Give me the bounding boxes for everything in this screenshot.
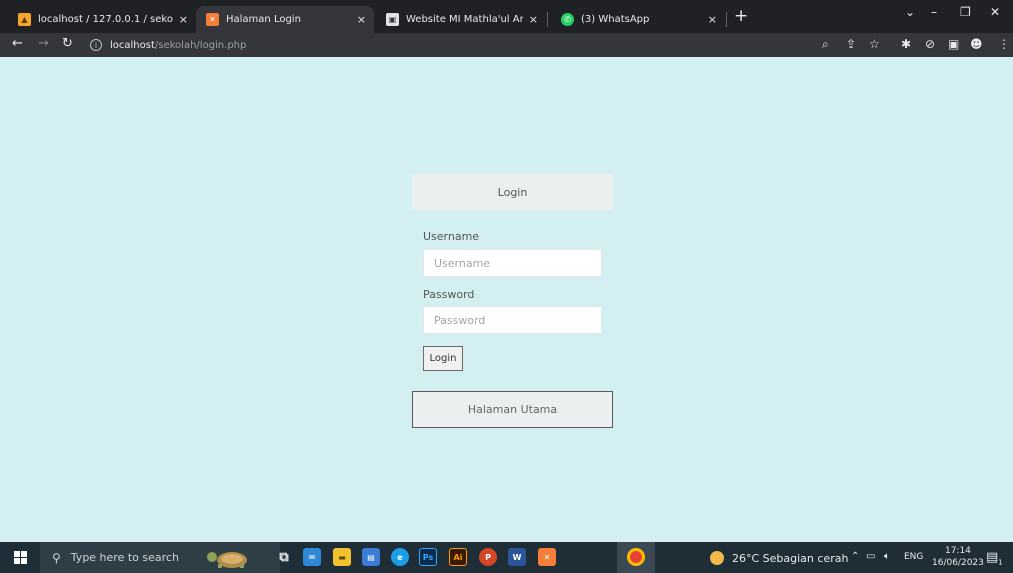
word-icon[interactable]: W	[508, 548, 526, 566]
minimize-icon[interactable]: –	[931, 5, 937, 19]
illustrator-icon[interactable]: Ai	[449, 548, 467, 566]
new-tab-button[interactable]: +	[734, 6, 748, 26]
close-icon[interactable]: ×	[708, 13, 717, 26]
url-path: /sekolah/login.php	[154, 39, 247, 51]
notification-count: 1	[998, 558, 1003, 567]
sidepanel-icon[interactable]: ▣	[948, 37, 959, 51]
zoom-icon[interactable]: ⌕	[822, 37, 829, 52]
edge-icon[interactable]: e	[391, 548, 409, 566]
chrome-icon[interactable]	[627, 548, 645, 566]
taskbar-clock[interactable]: 17:14 16/06/2023	[932, 545, 984, 569]
store-icon[interactable]: ▤	[362, 548, 380, 566]
close-window-icon[interactable]: ✕	[990, 5, 1000, 19]
close-icon[interactable]: ×	[357, 13, 366, 26]
weather-sun-icon	[710, 551, 724, 565]
extensions-icon[interactable]: ✱	[901, 37, 911, 51]
reload-icon[interactable]: ↻	[62, 36, 73, 51]
volume-icon[interactable]: 🔈︎	[884, 551, 890, 562]
url-host: localhost	[110, 39, 155, 51]
login-button[interactable]: Login	[423, 346, 463, 371]
search-placeholder: Type here to search	[70, 551, 179, 564]
notification-center-icon[interactable]: ▤1	[986, 550, 1003, 567]
clock-time: 17:14	[944, 546, 971, 556]
weather-text: 26°C Sebagian cerah	[732, 551, 849, 565]
tray-chevron-icon[interactable]: ⌃	[851, 551, 859, 562]
profile-avatar-icon[interactable]: ☻	[970, 37, 983, 51]
clock-date: 16/06/2023	[932, 558, 984, 568]
login-header: Login	[412, 174, 613, 210]
tab-title: Halaman Login	[226, 14, 301, 25]
site-info-icon[interactable]: i	[90, 39, 102, 51]
tab-whatsapp[interactable]: ✆ (3) WhatsApp ×	[551, 6, 725, 33]
forward-icon[interactable]: →	[38, 36, 49, 51]
extension-icon[interactable]: ⊘	[925, 37, 935, 51]
close-icon[interactable]: ×	[179, 13, 188, 26]
windows-start-icon[interactable]	[14, 551, 27, 564]
weather-widget[interactable]: 26°C Sebagian cerah	[710, 551, 848, 565]
file-explorer-icon[interactable]: ▬	[333, 548, 351, 566]
phpmyadmin-icon: ▲	[18, 13, 31, 26]
password-input[interactable]	[423, 306, 602, 334]
menu-dots-icon[interactable]: ⋮	[998, 37, 1010, 51]
browser-tab-strip: ▲ localhost / 127.0.0.1 / sekolah | p × …	[0, 0, 1013, 33]
language-indicator[interactable]: ENG	[904, 552, 923, 562]
browser-toolbar: ← → ↻ i localhost/sekolah/login.php ⌕ ⇪ …	[0, 33, 1013, 57]
login-page: Login Username Password Login Halaman Ut…	[0, 57, 1013, 542]
back-icon[interactable]: ←	[12, 36, 23, 51]
tab-title: (3) WhatsApp	[581, 14, 650, 25]
halaman-utama-button[interactable]: Halaman Utama	[412, 391, 613, 428]
address-bar[interactable]: i localhost/sekolah/login.php	[90, 35, 810, 55]
tab-separator	[547, 12, 548, 27]
site-icon: ▣	[386, 13, 399, 26]
share-icon[interactable]: ⇪	[846, 37, 856, 51]
turtle-search-highlight-icon[interactable]	[198, 547, 258, 569]
tab-halaman-login[interactable]: ✕ Halaman Login ×	[196, 6, 374, 33]
xampp-icon[interactable]: ✕	[538, 548, 556, 566]
restore-icon[interactable]: ❐	[960, 5, 971, 19]
task-view-icon[interactable]: ⧉	[275, 548, 293, 566]
bookmark-star-icon[interactable]: ☆	[869, 37, 880, 51]
network-icon[interactable]: ▭	[866, 551, 875, 562]
xampp-icon: ✕	[206, 13, 219, 26]
tab-phpmyadmin[interactable]: ▲ localhost / 127.0.0.1 / sekolah | p ×	[8, 6, 196, 33]
tab-separator	[726, 12, 727, 27]
whatsapp-icon: ✆	[561, 13, 574, 26]
tab-title: localhost / 127.0.0.1 / sekolah | p	[38, 14, 173, 25]
powerpoint-icon[interactable]: P	[479, 548, 497, 566]
tab-website-mi[interactable]: ▣ Website MI Mathla'ul Anwar Ang ×	[376, 6, 546, 33]
search-icon: ⚲	[52, 550, 61, 565]
mail-icon[interactable]: ✉	[303, 548, 321, 566]
windows-taskbar: ⚲ Type here to search ⧉ ✉ ▬ ▤ e Ps Ai P …	[0, 542, 1013, 573]
username-label: Username	[423, 230, 480, 243]
tab-search-icon[interactable]: ⌄	[905, 5, 915, 19]
photoshop-icon[interactable]: Ps	[419, 548, 437, 566]
password-label: Password	[423, 288, 475, 301]
tab-title: Website MI Mathla'ul Anwar Ang	[406, 14, 523, 25]
close-icon[interactable]: ×	[529, 13, 538, 26]
username-input[interactable]	[423, 249, 602, 277]
